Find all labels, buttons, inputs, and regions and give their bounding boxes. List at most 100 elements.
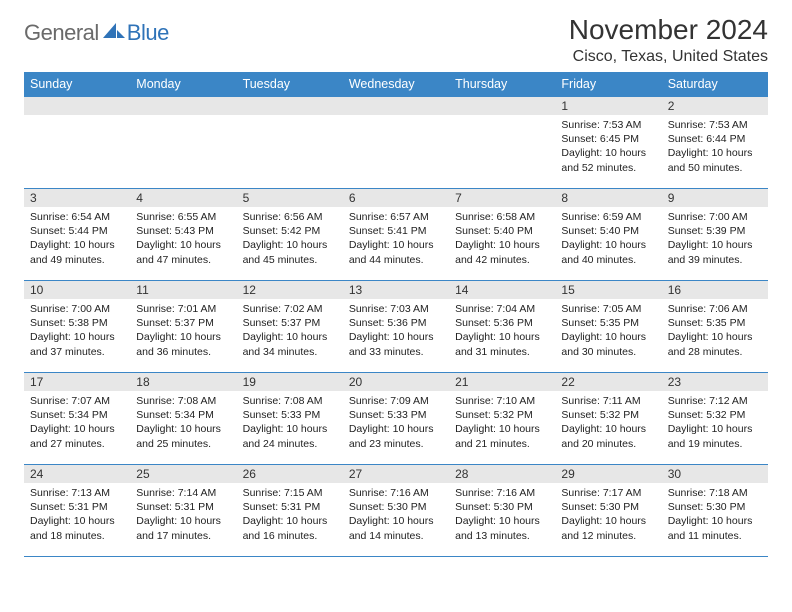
day-cell: 30 Sunrise: 7:18 AMSunset: 5:30 PMDayligh… — [662, 465, 768, 557]
daylight-text: Daylight: 10 hours and 13 minutes. — [455, 514, 549, 542]
sunrise-text: Sunrise: 7:04 AM — [455, 302, 549, 316]
day-cell: 10Sunrise: 7:00 AMSunset: 5:38 PMDayligh… — [24, 281, 130, 373]
sunset-text: Sunset: 5:32 PM — [561, 408, 655, 422]
sunrise-text: Sunrise: 7:01 AM — [136, 302, 230, 316]
sunrise-text: Sunrise: 6:58 AM — [455, 210, 549, 224]
empty-day-bar — [449, 97, 555, 115]
day-content: Sunrise: 7:06 AMSunset: 5:35 PMDaylight:… — [662, 299, 768, 363]
daylight-text: Daylight: 10 hours and 11 minutes. — [668, 514, 762, 542]
day-number: 23 — [662, 373, 768, 391]
day-cell: 1Sunrise: 7:53 AMSunset: 6:45 PMDaylight… — [555, 97, 661, 189]
day-cell: 23Sunrise: 7:12 AMSunset: 5:32 PMDayligh… — [662, 373, 768, 465]
day-cell: 29Sunrise: 7:17 AMSunset: 5:30 PMDayligh… — [555, 465, 661, 557]
daylight-text: Daylight: 10 hours and 34 minutes. — [243, 330, 337, 358]
daylight-text: Daylight: 10 hours and 24 minutes. — [243, 422, 337, 450]
day-number: 3 — [24, 189, 130, 207]
sunset-text: Sunset: 5:41 PM — [349, 224, 443, 238]
day-content: Sunrise: 7:08 AMSunset: 5:34 PMDaylight:… — [130, 391, 236, 455]
day-number: 19 — [237, 373, 343, 391]
day-cell — [24, 97, 130, 189]
daylight-text: Daylight: 10 hours and 21 minutes. — [455, 422, 549, 450]
sunset-text: Sunset: 5:35 PM — [668, 316, 762, 330]
day-content: Sunrise: 6:56 AMSunset: 5:42 PMDaylight:… — [237, 207, 343, 271]
day-cell: 27Sunrise: 7:16 AMSunset: 5:30 PMDayligh… — [343, 465, 449, 557]
sunset-text: Sunset: 5:30 PM — [349, 500, 443, 514]
day-content: Sunrise: 7:03 AMSunset: 5:36 PMDaylight:… — [343, 299, 449, 363]
title-block: November 2024 Cisco, Texas, United State… — [569, 14, 768, 66]
sunrise-text: Sunrise: 7:02 AM — [243, 302, 337, 316]
sunset-text: Sunset: 5:33 PM — [349, 408, 443, 422]
day-cell: 22Sunrise: 7:11 AMSunset: 5:32 PMDayligh… — [555, 373, 661, 465]
day-number: 20 — [343, 373, 449, 391]
weekday-header: Wednesday — [343, 72, 449, 97]
daylight-text: Daylight: 10 hours and 25 minutes. — [136, 422, 230, 450]
sunrise-text: Sunrise: 7:13 AM — [30, 486, 124, 500]
logo-text-general: General — [24, 20, 99, 46]
day-cell: 16Sunrise: 7:06 AMSunset: 5:35 PMDayligh… — [662, 281, 768, 373]
day-content: Sunrise: 7:11 AMSunset: 5:32 PMDaylight:… — [555, 391, 661, 455]
day-content: Sunrise: 7:00 AMSunset: 5:38 PMDaylight:… — [24, 299, 130, 363]
sunrise-text: Sunrise: 7:00 AM — [30, 302, 124, 316]
sunset-text: Sunset: 6:45 PM — [561, 132, 655, 146]
day-content: Sunrise: 7:12 AMSunset: 5:32 PMDaylight:… — [662, 391, 768, 455]
daylight-text: Daylight: 10 hours and 16 minutes. — [243, 514, 337, 542]
day-number: 11 — [130, 281, 236, 299]
sunset-text: Sunset: 5:43 PM — [136, 224, 230, 238]
sunset-text: Sunset: 6:44 PM — [668, 132, 762, 146]
day-content: Sunrise: 7:01 AMSunset: 5:37 PMDaylight:… — [130, 299, 236, 363]
daylight-text: Daylight: 10 hours and 50 minutes. — [668, 146, 762, 174]
day-cell: 21Sunrise: 7:10 AMSunset: 5:32 PMDayligh… — [449, 373, 555, 465]
sunrise-text: Sunrise: 7:53 AM — [561, 118, 655, 132]
day-cell — [237, 97, 343, 189]
sunset-text: Sunset: 5:44 PM — [30, 224, 124, 238]
day-number: 9 — [662, 189, 768, 207]
day-content: Sunrise: 7:05 AMSunset: 5:35 PMDaylight:… — [555, 299, 661, 363]
weekday-header: Tuesday — [237, 72, 343, 97]
day-cell: 17Sunrise: 7:07 AMSunset: 5:34 PMDayligh… — [24, 373, 130, 465]
sunset-text: Sunset: 5:30 PM — [455, 500, 549, 514]
sunrise-text: Sunrise: 7:14 AM — [136, 486, 230, 500]
sunrise-text: Sunrise: 6:54 AM — [30, 210, 124, 224]
sunrise-text: Sunrise: 7:53 AM — [668, 118, 762, 132]
sunrise-text: Sunrise: 6:57 AM — [349, 210, 443, 224]
sunrise-text: Sunrise: 7:05 AM — [561, 302, 655, 316]
day-number: 29 — [555, 465, 661, 483]
sunrise-text: Sunrise: 6:55 AM — [136, 210, 230, 224]
daylight-text: Daylight: 10 hours and 42 minutes. — [455, 238, 549, 266]
day-number: 12 — [237, 281, 343, 299]
daylight-text: Daylight: 10 hours and 44 minutes. — [349, 238, 443, 266]
sunrise-text: Sunrise: 7:08 AM — [243, 394, 337, 408]
day-content: Sunrise: 7:10 AMSunset: 5:32 PMDaylight:… — [449, 391, 555, 455]
day-number: 15 — [555, 281, 661, 299]
sunset-text: Sunset: 5:39 PM — [668, 224, 762, 238]
day-cell: 15Sunrise: 7:05 AMSunset: 5:35 PMDayligh… — [555, 281, 661, 373]
weekday-header: Sunday — [24, 72, 130, 97]
logo-text-blue: Blue — [127, 20, 169, 46]
sunrise-text: Sunrise: 6:59 AM — [561, 210, 655, 224]
weekday-header: Thursday — [449, 72, 555, 97]
day-cell: 9Sunrise: 7:00 AMSunset: 5:39 PMDaylight… — [662, 189, 768, 281]
sunset-text: Sunset: 5:30 PM — [668, 500, 762, 514]
day-number: 30 — [662, 465, 768, 483]
sunrise-text: Sunrise: 7:07 AM — [30, 394, 124, 408]
day-cell: 6Sunrise: 6:57 AMSunset: 5:41 PMDaylight… — [343, 189, 449, 281]
calendar-table: Sunday Monday Tuesday Wednesday Thursday… — [24, 72, 768, 557]
header: General Blue November 2024 Cisco, Texas,… — [24, 14, 768, 66]
calendar-week-row: 24Sunrise: 7:13 AMSunset: 5:31 PMDayligh… — [24, 465, 768, 557]
day-content: Sunrise: 7:04 AMSunset: 5:36 PMDaylight:… — [449, 299, 555, 363]
weekday-header-row: Sunday Monday Tuesday Wednesday Thursday… — [24, 72, 768, 97]
day-cell: 4Sunrise: 6:55 AMSunset: 5:43 PMDaylight… — [130, 189, 236, 281]
day-number: 5 — [237, 189, 343, 207]
day-content: Sunrise: 7:16 AMSunset: 5:30 PMDaylight:… — [343, 483, 449, 547]
daylight-text: Daylight: 10 hours and 30 minutes. — [561, 330, 655, 358]
sunrise-text: Sunrise: 7:09 AM — [349, 394, 443, 408]
daylight-text: Daylight: 10 hours and 20 minutes. — [561, 422, 655, 450]
sunrise-text: Sunrise: 7:18 AM — [668, 486, 762, 500]
day-cell — [130, 97, 236, 189]
location: Cisco, Texas, United States — [569, 48, 768, 66]
sunrise-text: Sunrise: 7:16 AM — [455, 486, 549, 500]
day-content: Sunrise: 7:53 AMSunset: 6:45 PMDaylight:… — [555, 115, 661, 179]
daylight-text: Daylight: 10 hours and 47 minutes. — [136, 238, 230, 266]
daylight-text: Daylight: 10 hours and 14 minutes. — [349, 514, 443, 542]
sunset-text: Sunset: 5:33 PM — [243, 408, 337, 422]
